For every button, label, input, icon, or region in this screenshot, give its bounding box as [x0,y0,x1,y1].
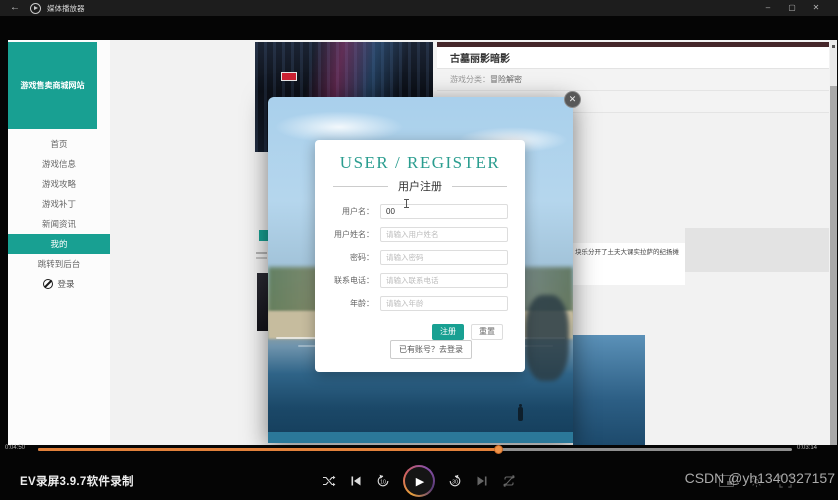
age-input[interactable] [380,296,508,311]
minimize-button[interactable]: – [756,0,780,16]
password-input[interactable] [380,250,508,265]
next-track-icon[interactable] [475,474,489,488]
sidebar-item-home[interactable]: 首页 [8,134,110,154]
fullname-input[interactable] [380,227,508,242]
csdn-watermark: CSDN @yh1340327157 [685,470,835,486]
remaining-time: 0:03:14 [797,445,817,451]
sidebar-item-game-guide[interactable]: 游戏攻略 [8,174,110,194]
window-title: 媒体播放器 [47,3,85,14]
previous-track-icon[interactable] [349,474,363,488]
phone-label: 联系电话： [322,275,380,286]
reset-button[interactable]: 重置 [471,324,503,340]
close-window-button[interactable]: ✕ [804,0,828,16]
game-category-label: 游戏分类： [450,74,490,85]
neon-sign-decoration [281,72,297,81]
sidebar-item-news[interactable]: 新闻资讯 [8,214,110,234]
replay-10-icon[interactable]: 10 [376,474,390,488]
username-row: 用户名： [322,204,508,219]
media-player-icon [30,3,41,14]
video-frame: 游戏售卖商城网站 首页 游戏信息 游戏攻略 游戏补丁 新闻资讯 我的 跳转到后台… [8,40,837,445]
app-window: ← 媒体播放器 – ▢ ✕ 游戏售卖商城网站 首页 游戏信息 游戏攻略 游戏补丁… [0,0,838,500]
svg-text:30: 30 [452,479,458,485]
login-label: 登录 [57,278,74,290]
divider-line [333,186,388,187]
back-icon[interactable]: ← [10,0,20,16]
sidebar-menu: 首页 游戏信息 游戏攻略 游戏补丁 新闻资讯 我的 跳转到后台 登录 [8,134,110,294]
game-category-value: 冒险解密 [490,74,522,85]
sidebar-item-backend[interactable]: 跳转到后台 [8,254,110,274]
recorder-caption: EV录屏3.9.7软件录制 [20,473,134,489]
scrollbar-arrow-icon [832,45,835,48]
forward-30-icon[interactable]: 30 [448,474,462,488]
close-modal-button[interactable]: ✕ [564,91,581,108]
repeat-off-icon[interactable] [502,474,516,488]
shuffle-icon[interactable] [322,474,336,488]
site-sidebar: 游戏售卖商城网站 首页 游戏信息 游戏攻略 游戏补丁 新闻资讯 我的 跳转到后台… [8,40,110,445]
phone-input[interactable] [380,273,508,288]
register-button[interactable]: 注册 [432,324,464,340]
list-image-sliver [257,273,268,331]
maximize-button[interactable]: ▢ [780,0,804,16]
fullname-row: 用户姓名： [322,227,508,242]
side-panel [685,228,829,272]
shore-strip [268,432,573,443]
text-cursor-pointer [403,199,410,209]
play-button[interactable]: ▶ [403,465,435,497]
description-text: 块乐分开了土夫大课实拉萨的纪扬摊 [571,243,685,285]
modal-subtitle-row: 用户注册 [333,178,507,194]
register-modal: USER / REGISTER 用户注册 用户名： 用户姓名： 密码： [315,140,525,372]
age-row: 年龄： [322,296,508,311]
seek-progress [38,448,498,451]
username-label: 用户名： [322,206,380,217]
text-fragment [256,252,267,254]
sidebar-item-mine[interactable]: 我的 [8,234,110,254]
seek-bar[interactable] [38,448,792,451]
divider-line [452,186,507,187]
modal-subtitle: 用户注册 [398,178,442,194]
play-icon: ▶ [405,467,433,495]
login-icon [43,279,53,289]
game-title: 古墓丽影暗影 [437,47,829,69]
page-scrollbar[interactable] [830,40,837,445]
window-titlebar: ← 媒体播放器 – ▢ ✕ [0,0,838,16]
register-fields: 用户名： 用户姓名： 密码： 联系电话： 年龄： [315,204,525,311]
modal-title: USER / REGISTER [315,153,525,173]
age-label: 年龄： [322,298,380,309]
svg-text:10: 10 [380,479,386,485]
sidebar-item-game-info[interactable]: 游戏信息 [8,154,110,174]
phone-row: 联系电话： [322,273,508,288]
current-time: 0:04:50 [5,445,25,451]
password-row: 密码： [322,250,508,265]
sidebar-login[interactable]: 登录 [8,274,110,294]
modal-buttons: 注册 重置 [315,324,503,340]
game-category-row: 游戏分类： 冒险解密 [437,69,829,91]
rock-decoration [525,295,569,381]
person-silhouette [518,407,523,421]
password-label: 密码： [322,252,380,263]
site-title: 游戏售卖商城网站 [8,42,97,129]
username-input[interactable] [380,204,508,219]
seek-handle[interactable] [494,445,503,454]
secondary-image [573,335,645,445]
fullname-label: 用户姓名： [322,229,380,240]
sidebar-item-game-patch[interactable]: 游戏补丁 [8,194,110,214]
goto-login-link[interactable]: 已有账号？去登录 [390,340,472,359]
cloud-decoration [274,111,404,143]
